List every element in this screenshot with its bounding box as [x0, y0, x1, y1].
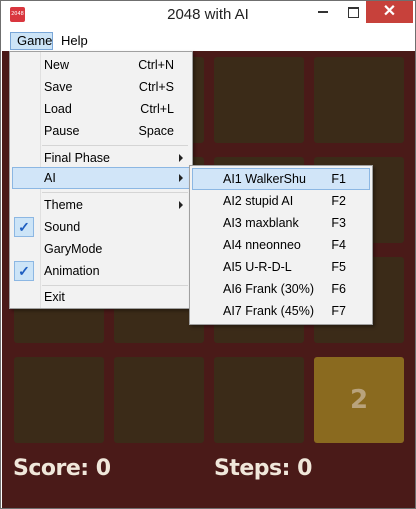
menu-item-label: Theme — [44, 198, 83, 212]
empty-tile — [14, 357, 104, 443]
menu-item-label: Pause — [44, 124, 80, 138]
menu-help[interactable]: Help — [55, 32, 94, 50]
menu-item-label: AI5 U-R-D-L — [223, 260, 292, 274]
ai-submenu: AI1 WalkerShu F1 AI2 stupid AI F2 AI3 ma… — [189, 165, 373, 325]
menu-game[interactable]: Game — [10, 32, 53, 50]
game-menu-dropdown: New Ctrl+N Save Ctrl+S Load Ctrl+L Pause… — [9, 51, 193, 309]
empty-tile — [314, 57, 404, 143]
menu-item-shortcut: Space — [138, 124, 174, 138]
checkmark-icon: ✓ — [14, 261, 34, 281]
app-window: 2048 2048 with AI ✕ Game Help 2 Score: 0… — [0, 0, 416, 509]
ai-item-frank-30[interactable]: AI6 Frank (30%) F6 — [192, 278, 370, 300]
title-bar[interactable]: 2048 2048 with AI ✕ — [1, 1, 415, 31]
ai-item-walkershu[interactable]: AI1 WalkerShu F1 — [192, 168, 370, 190]
menu-item-sound[interactable]: ✓ Sound — [12, 216, 190, 238]
score-display: Score: 0 — [13, 456, 111, 481]
menu-item-label: Save — [44, 80, 73, 94]
ai-item-stupid-ai[interactable]: AI2 stupid AI F2 — [192, 190, 370, 212]
submenu-arrow-icon — [179, 201, 183, 209]
menu-item-load[interactable]: Load Ctrl+L — [12, 98, 190, 120]
menu-item-ai[interactable]: AI — [12, 167, 190, 189]
submenu-arrow-icon — [179, 154, 183, 162]
menu-item-label: Animation — [44, 264, 100, 278]
menu-item-label: Sound — [44, 220, 81, 234]
ai-item-frank-45[interactable]: AI7 Frank (45%) F7 — [192, 300, 370, 322]
menu-item-label: AI4 nneonneo — [223, 238, 301, 252]
menu-item-label: AI7 Frank (45%) — [223, 304, 315, 318]
menu-item-shortcut: F1 — [331, 172, 346, 186]
tile-value: 2 — [314, 357, 404, 443]
menu-item-label: AI1 WalkerShu — [223, 172, 306, 186]
close-icon: ✕ — [382, 3, 397, 20]
menu-item-shortcut: F7 — [331, 304, 346, 318]
menu-item-shortcut: Ctrl+N — [138, 58, 174, 72]
menu-item-label: New — [44, 58, 70, 72]
menu-bar: Game Help — [2, 31, 414, 51]
menu-item-label: Final Phase — [44, 151, 111, 165]
menu-item-pause[interactable]: Pause Space — [12, 120, 190, 142]
menu-item-shortcut: F3 — [331, 216, 346, 230]
empty-tile — [114, 357, 204, 443]
menu-item-garymode[interactable]: GaryMode — [12, 238, 190, 260]
menu-item-shortcut: F5 — [331, 260, 346, 274]
menu-item-new[interactable]: New Ctrl+N — [12, 54, 190, 76]
menu-item-label: AI3 maxblank — [223, 216, 299, 230]
menu-item-save[interactable]: Save Ctrl+S — [12, 76, 190, 98]
menu-item-label: GaryMode — [44, 242, 103, 256]
maximize-icon — [348, 7, 359, 18]
ai-item-urdl[interactable]: AI5 U-R-D-L F5 — [192, 256, 370, 278]
submenu-arrow-icon — [179, 174, 183, 182]
menu-item-label: Load — [44, 102, 72, 116]
menu-item-shortcut: F6 — [331, 282, 346, 296]
menu-item-theme[interactable]: Theme — [12, 194, 190, 216]
menu-item-label: AI2 stupid AI — [223, 194, 294, 208]
menu-item-shortcut: Ctrl+L — [140, 102, 174, 116]
minimize-button[interactable] — [308, 1, 338, 23]
menu-separator — [42, 192, 188, 193]
menu-item-final-phase[interactable]: Final Phase — [12, 147, 190, 169]
menu-item-label: AI6 Frank (30%) — [223, 282, 315, 296]
checkmark-icon: ✓ — [14, 217, 34, 237]
menu-item-shortcut: F2 — [331, 194, 346, 208]
ai-item-maxblank[interactable]: AI3 maxblank F3 — [192, 212, 370, 234]
minimize-icon — [318, 11, 328, 13]
menu-item-animation[interactable]: ✓ Animation — [12, 260, 190, 282]
menu-item-shortcut: F4 — [331, 238, 346, 252]
menu-item-exit[interactable]: Exit — [12, 286, 190, 308]
empty-tile — [214, 57, 304, 143]
close-button[interactable]: ✕ — [366, 1, 413, 23]
ai-item-nneonneo[interactable]: AI4 nneonneo F4 — [192, 234, 370, 256]
menu-item-label: Exit — [44, 290, 65, 304]
empty-tile — [214, 357, 304, 443]
menu-item-shortcut: Ctrl+S — [138, 80, 174, 94]
maximize-button[interactable] — [338, 1, 368, 23]
menu-item-label: AI — [44, 171, 56, 185]
menu-separator — [42, 145, 188, 146]
steps-display: Steps: 0 — [214, 456, 312, 481]
